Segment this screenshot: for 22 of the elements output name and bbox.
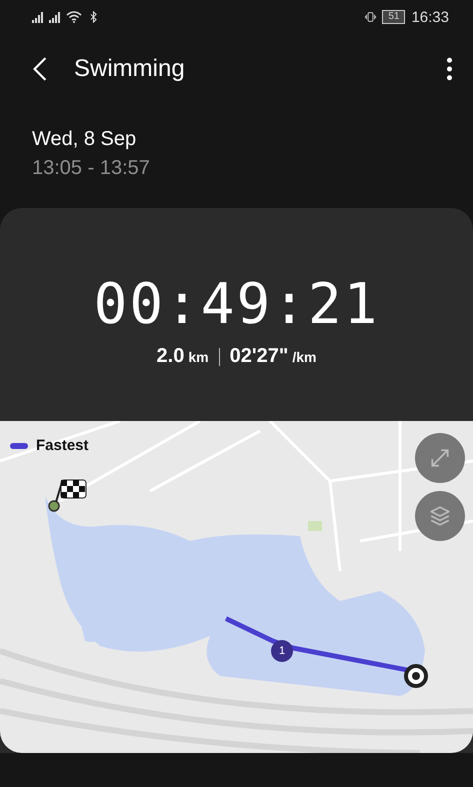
distance-unit: km	[188, 349, 209, 365]
more-options-icon	[446, 57, 453, 81]
status-time: 16:33	[411, 8, 449, 26]
distance-value: 2.0	[156, 345, 184, 368]
signal-icon	[49, 11, 60, 23]
signal-icon	[32, 11, 43, 23]
page-title: Swimming	[74, 55, 186, 83]
vibrate-icon	[365, 11, 376, 23]
battery-level: 51	[382, 10, 406, 24]
pace-value: 02'27"	[230, 345, 288, 368]
pace-unit: /km	[292, 349, 316, 365]
layers-icon	[429, 505, 451, 527]
back-icon	[32, 56, 48, 82]
expand-icon	[429, 447, 451, 469]
session-time-range: 13:05 - 13:57	[32, 157, 151, 180]
bluetooth-icon	[88, 11, 99, 23]
end-marker-icon	[404, 664, 428, 688]
legend-label: Fastest	[36, 437, 89, 454]
workout-duration: 00:49:21	[92, 272, 380, 337]
wifi-icon	[66, 11, 82, 23]
session-date: Wed, 8 Sep	[32, 128, 138, 151]
start-flag-icon	[48, 478, 88, 512]
